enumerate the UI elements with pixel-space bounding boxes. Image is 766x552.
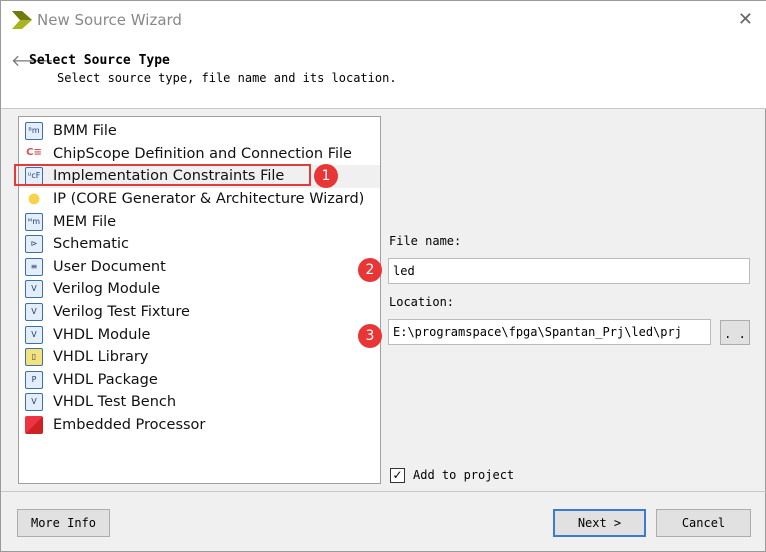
wizard-header: 🡐 Select Source Type Select source type,…	[1, 41, 766, 109]
location-input[interactable]: E:\programspace\fpga\Spantan_Prj\led\prj	[388, 319, 711, 345]
page-title: Select Source Type	[29, 53, 170, 68]
source-type-label: VHDL Test Bench	[53, 394, 177, 411]
ip-core-icon	[25, 190, 43, 209]
vhdl-package-icon: P	[25, 370, 43, 389]
annotation-badge-1: 1	[314, 164, 338, 188]
source-type-item[interactable]: ⊳ Schematic	[19, 233, 380, 256]
source-type-item[interactable]: Embedded Processor	[19, 414, 380, 437]
source-type-item[interactable]: V VHDL Test Bench	[19, 391, 380, 414]
file-name-label: File name:	[389, 234, 462, 248]
add-to-project-checkbox[interactable]: ✓	[390, 468, 405, 483]
annotation-badge-2: 2	[358, 258, 382, 282]
vhdl-library-icon: ▯	[25, 348, 43, 367]
document-icon: ≡	[25, 257, 43, 276]
vhdl-module-icon: V	[25, 325, 43, 344]
file-name-input[interactable]: led	[388, 258, 750, 284]
chipscope-icon: C≡	[26, 146, 42, 158]
more-info-button[interactable]: More Info	[17, 509, 110, 537]
source-type-label: Verilog Module	[53, 281, 161, 298]
cancel-button[interactable]: Cancel	[656, 509, 751, 537]
source-type-label: Schematic	[53, 236, 129, 253]
source-type-item[interactable]: P VHDL Package	[19, 369, 380, 392]
window-title: New Source Wizard	[37, 11, 182, 29]
source-type-label: VHDL Module	[53, 326, 151, 343]
source-type-item[interactable]: ▯ VHDL Library	[19, 346, 380, 369]
source-type-label: VHDL Package	[53, 371, 158, 388]
source-type-item[interactable]: IP (CORE Generator & Architecture Wizard…	[19, 188, 380, 211]
mem-file-icon: ᴹm	[25, 212, 43, 231]
verilog-module-icon: V	[25, 280, 43, 299]
source-type-item[interactable]: ᴹm MEM File	[19, 210, 380, 233]
browse-button[interactable]: . .	[720, 320, 750, 345]
vhdl-testbench-icon: V	[25, 393, 43, 412]
source-type-label: VHDL Library	[53, 349, 149, 366]
source-type-label: ChipScope Definition and Connection File	[53, 145, 352, 162]
source-type-label: User Document	[53, 258, 166, 275]
divider	[1, 491, 766, 492]
source-type-item[interactable]: C≡ ChipScope Definition and Connection Fi…	[19, 143, 380, 166]
source-type-item[interactable]: V Verilog Test Fixture	[19, 301, 380, 324]
source-type-item[interactable]: V Verilog Module	[19, 278, 380, 301]
close-icon[interactable]: ✕	[738, 9, 753, 30]
source-type-label: IP (CORE Generator & Architecture Wizard…	[53, 191, 365, 208]
bmm-file-icon: ᴮm	[25, 122, 43, 141]
source-type-label: Verilog Test Fixture	[53, 304, 190, 321]
source-type-label: Embedded Processor	[53, 417, 206, 434]
schematic-icon: ⊳	[25, 235, 43, 254]
xilinx-logo-icon	[12, 11, 32, 29]
location-label: Location:	[389, 295, 455, 309]
page-subtitle: Select source type, file name and its lo…	[57, 71, 397, 85]
source-type-label: MEM File	[53, 213, 117, 230]
next-button[interactable]: Next >	[553, 509, 646, 537]
source-type-item[interactable]: V VHDL Module	[19, 323, 380, 346]
add-to-project-label: Add to project	[413, 468, 515, 482]
verilog-test-icon: V	[25, 303, 43, 322]
source-type-item[interactable]: ᴮm BMM File	[19, 120, 380, 143]
embedded-processor-icon	[25, 416, 43, 435]
source-type-label: BMM File	[53, 123, 117, 140]
title-bar: New Source Wizard ✕	[1, 1, 766, 41]
annotation-badge-3: 3	[358, 324, 382, 348]
highlight-box	[14, 164, 311, 186]
source-type-item[interactable]: ≡ User Document	[19, 256, 380, 279]
